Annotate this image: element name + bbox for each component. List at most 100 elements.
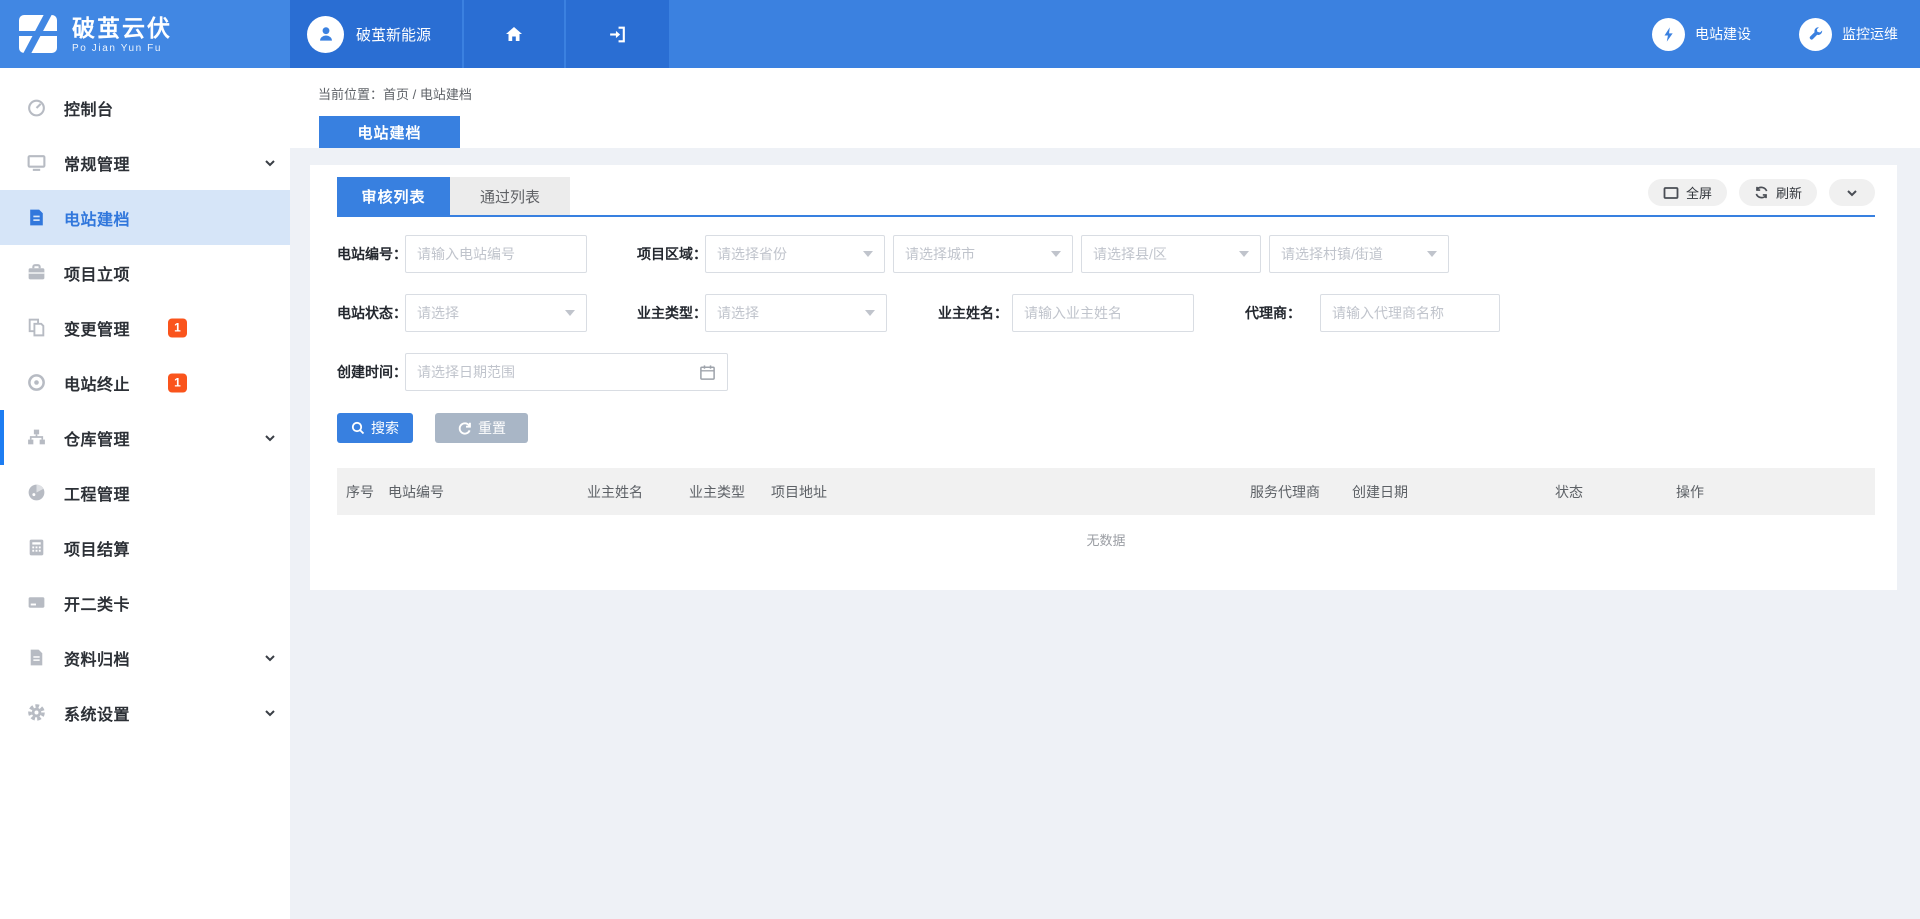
badge-count: 1 [168, 318, 187, 337]
date-range-picker[interactable]: 请选择日期范围 [405, 353, 728, 391]
station-no-input[interactable] [417, 246, 575, 262]
company-name: 破茧新能源 [356, 24, 431, 45]
avatar [307, 16, 344, 53]
col-service-agent: 服务代理商 [1250, 482, 1352, 502]
calculator-icon [25, 537, 47, 559]
gear-icon [25, 702, 47, 724]
monitor-icon [25, 152, 47, 174]
fullscreen-icon [1663, 186, 1679, 200]
col-status: 状态 [1555, 482, 1676, 502]
home-icon [504, 24, 524, 44]
sidebar-item-project-initiation[interactable]: 项目立项 [0, 245, 290, 300]
badge-count: 1 [168, 373, 187, 392]
owner-name-input-box [1012, 294, 1194, 332]
col-owner-type: 业主类型 [689, 482, 771, 502]
station-no-label: 电站编号： [337, 244, 402, 264]
chevron-down-icon [263, 651, 277, 665]
tab-passed-list[interactable]: 通过列表 [450, 177, 570, 215]
sidebar-item-warehouse-mgmt[interactable]: 仓库管理 [0, 410, 290, 465]
caret-down-icon [565, 310, 575, 316]
caret-down-icon [1427, 251, 1437, 257]
home-button[interactable] [464, 0, 564, 68]
owner-type-select[interactable]: 请选择 [705, 294, 887, 332]
logout-button[interactable] [566, 0, 669, 68]
user-icon [315, 23, 337, 45]
wrench-icon [1799, 18, 1832, 51]
collapse-button[interactable] [1829, 179, 1875, 206]
page-tab-station-archive[interactable]: 电站建档 [319, 116, 460, 148]
sidebar-item-general-mgmt[interactable]: 常规管理 [0, 135, 290, 190]
sidebar-item-station-archive[interactable]: 电站建档 [0, 190, 290, 245]
town-select[interactable]: 请选择村镇/街道 [1269, 235, 1449, 273]
active-accent-bar [0, 410, 4, 465]
province-select[interactable]: 请选择省份 [705, 235, 885, 273]
document-icon [25, 207, 47, 229]
sidebar-item-station-termination[interactable]: 电站终止 1 [0, 355, 290, 410]
col-create-date: 创建日期 [1352, 482, 1555, 502]
owner-type-label: 业主类型： [637, 303, 702, 323]
breadcrumb-strip: 当前位置：首页 / 电站建档 电站建档 [290, 68, 1920, 148]
dashboard-icon [25, 97, 47, 119]
sidebar-item-project-settlement[interactable]: 项目结算 [0, 520, 290, 575]
sidebar-item-engineering-mgmt[interactable]: 工程管理 [0, 465, 290, 520]
file-icon [25, 647, 47, 669]
nav-monitoring-ops[interactable]: 监控运维 [1799, 18, 1898, 51]
caret-down-icon [1051, 251, 1061, 257]
station-no-input-box [405, 235, 587, 273]
filter-form: 电站编号： 项目区域： 请选择省份 请选择城市 请选择县/区 [337, 235, 1875, 391]
refresh-button[interactable]: 刷新 [1739, 179, 1817, 206]
agent-input[interactable] [1332, 305, 1488, 321]
sidebar-item-change-mgmt[interactable]: 变更管理 1 [0, 300, 290, 355]
search-button[interactable]: 搜索 [337, 413, 413, 443]
tabs-row: 审核列表通过列表 全屏 刷新 [337, 177, 1875, 217]
nav-monitoring-ops-label: 监控运维 [1842, 24, 1898, 44]
gauge-icon [25, 482, 47, 504]
col-station-no: 电站编号 [388, 482, 587, 502]
col-project-address: 项目地址 [771, 482, 1250, 502]
logout-icon [607, 24, 628, 45]
chevron-down-icon [1845, 186, 1859, 200]
sidebar: 控制台 常规管理 电站建档 项目立项 [0, 68, 290, 919]
calendar-icon [699, 364, 716, 381]
reset-icon [457, 421, 472, 436]
station-status-select[interactable]: 请选择 [405, 294, 587, 332]
caret-down-icon [1239, 251, 1249, 257]
sidebar-item-console[interactable]: 控制台 [0, 80, 290, 135]
table-header: 序号 电站编号 业主姓名 业主类型 项目地址 服务代理商 创建日期 状态 操作 [337, 468, 1875, 515]
brand-logo: 破茧云伏 Po Jian Yun Fu [0, 0, 290, 68]
create-time-label: 创建时间： [337, 362, 402, 382]
fullscreen-button[interactable]: 全屏 [1648, 179, 1727, 206]
tab-review-list[interactable]: 审核列表 [337, 177, 450, 215]
reset-button[interactable]: 重置 [435, 413, 528, 443]
sidebar-item-system-settings[interactable]: 系统设置 [0, 685, 290, 740]
chevron-down-icon [263, 156, 277, 170]
owner-name-input[interactable] [1024, 305, 1182, 321]
briefcase-icon [25, 262, 47, 284]
county-select[interactable]: 请选择县/区 [1081, 235, 1261, 273]
col-owner-name: 业主姓名 [587, 482, 689, 502]
brand-title: 破茧云伏 [72, 15, 172, 41]
owner-name-label: 业主姓名： [938, 303, 1008, 323]
agent-input-box [1320, 294, 1500, 332]
chevron-down-icon [263, 431, 277, 445]
nav-station-construction[interactable]: 电站建设 [1652, 18, 1751, 51]
col-actions: 操作 [1676, 482, 1875, 502]
sidebar-item-data-archive[interactable]: 资料归档 [0, 630, 290, 685]
sitemap-icon [25, 427, 47, 449]
content-card: 审核列表通过列表 全屏 刷新 电站编 [310, 165, 1897, 590]
user-menu[interactable]: 破茧新能源 [290, 0, 462, 68]
refresh-icon [1754, 185, 1769, 200]
lightning-icon [1652, 18, 1685, 51]
sidebar-item-type2-card[interactable]: 开二类卡 [0, 575, 290, 630]
region-label: 项目区域： [637, 244, 702, 264]
station-status-label: 电站状态： [337, 303, 402, 323]
city-select[interactable]: 请选择城市 [893, 235, 1073, 273]
breadcrumb: 当前位置：首页 / 电站建档 [318, 84, 472, 103]
pages-icon [25, 317, 47, 339]
caret-down-icon [863, 251, 873, 257]
app-header: 破茧云伏 Po Jian Yun Fu 破茧新能源 [0, 0, 1920, 68]
search-icon [351, 421, 365, 435]
empty-placeholder: 无数据 [337, 515, 1875, 563]
chevron-down-icon [263, 706, 277, 720]
caret-down-icon [865, 310, 875, 316]
